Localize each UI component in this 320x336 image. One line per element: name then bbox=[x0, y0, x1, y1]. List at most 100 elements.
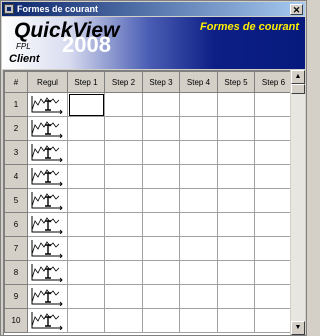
step-cell[interactable] bbox=[104, 92, 143, 117]
row-number[interactable]: 1 bbox=[4, 92, 28, 117]
step-cell[interactable] bbox=[217, 92, 255, 117]
regul-cell[interactable] bbox=[27, 308, 68, 333]
row-number[interactable]: 3 bbox=[4, 140, 28, 165]
scroll-thumb[interactable] bbox=[291, 84, 305, 94]
step-cell[interactable] bbox=[217, 284, 255, 309]
table-row: 9 bbox=[4, 284, 290, 309]
regul-cell[interactable] bbox=[27, 260, 68, 285]
step-cell[interactable] bbox=[217, 260, 255, 285]
step-cell[interactable] bbox=[67, 140, 105, 165]
column-header[interactable]: Step 4 bbox=[179, 71, 218, 93]
step-cell[interactable] bbox=[67, 236, 105, 261]
step-cell[interactable] bbox=[179, 188, 218, 213]
column-header[interactable]: Step 1 bbox=[67, 71, 105, 93]
step-cell[interactable] bbox=[104, 284, 143, 309]
close-button[interactable]: ✕ bbox=[290, 3, 303, 15]
step-cell[interactable] bbox=[142, 284, 180, 309]
step-cell[interactable] bbox=[179, 260, 218, 285]
step-cell[interactable] bbox=[104, 116, 143, 141]
step-cell[interactable] bbox=[217, 116, 255, 141]
step-cell[interactable] bbox=[104, 140, 143, 165]
step-cell[interactable] bbox=[254, 308, 290, 333]
step-cell[interactable] bbox=[67, 284, 105, 309]
regul-cell[interactable] bbox=[27, 116, 68, 141]
row-number[interactable]: 4 bbox=[4, 164, 28, 189]
column-header[interactable]: Step 3 bbox=[142, 71, 180, 93]
step-cell[interactable] bbox=[179, 284, 218, 309]
step-cell[interactable] bbox=[67, 164, 105, 189]
regul-cell[interactable] bbox=[27, 284, 68, 309]
table-row: 8 bbox=[4, 260, 290, 285]
column-header[interactable]: # bbox=[4, 71, 28, 93]
row-number[interactable]: 8 bbox=[4, 260, 28, 285]
step-cell[interactable] bbox=[217, 164, 255, 189]
step-cell[interactable] bbox=[179, 212, 218, 237]
row-number[interactable]: 10 bbox=[4, 308, 28, 333]
column-header[interactable]: Step 2 bbox=[104, 71, 143, 93]
row-number[interactable]: 9 bbox=[4, 284, 28, 309]
regul-cell[interactable] bbox=[27, 188, 68, 213]
step-cell[interactable] bbox=[254, 140, 290, 165]
step-cell[interactable] bbox=[142, 116, 180, 141]
regul-cell[interactable] bbox=[27, 92, 68, 117]
row-number[interactable]: 5 bbox=[4, 188, 28, 213]
step-cell[interactable] bbox=[67, 188, 105, 213]
column-header[interactable]: Regul bbox=[27, 71, 68, 93]
step-cell[interactable] bbox=[142, 212, 180, 237]
table-row: 4 bbox=[4, 164, 290, 189]
step-cell[interactable] bbox=[104, 236, 143, 261]
step-cell[interactable] bbox=[67, 92, 105, 117]
step-cell[interactable] bbox=[67, 308, 105, 333]
row-number[interactable]: 7 bbox=[4, 236, 28, 261]
step-cell[interactable] bbox=[217, 188, 255, 213]
step-cell[interactable] bbox=[254, 284, 290, 309]
step-cell[interactable] bbox=[254, 164, 290, 189]
column-header[interactable]: Step 5 bbox=[217, 71, 255, 93]
step-cell[interactable] bbox=[104, 164, 143, 189]
column-header[interactable]: Step 6 bbox=[254, 71, 290, 93]
step-cell[interactable] bbox=[142, 92, 180, 117]
step-cell[interactable] bbox=[104, 212, 143, 237]
step-cell[interactable] bbox=[217, 212, 255, 237]
step-cell[interactable] bbox=[217, 140, 255, 165]
scroll-up-button[interactable]: ▲ bbox=[291, 70, 305, 84]
current-waveform-icon bbox=[31, 264, 63, 282]
step-cell[interactable] bbox=[179, 236, 218, 261]
step-cell[interactable] bbox=[104, 188, 143, 213]
row-number[interactable]: 6 bbox=[4, 212, 28, 237]
step-cell[interactable] bbox=[179, 164, 218, 189]
step-cell[interactable] bbox=[254, 92, 290, 117]
step-cell[interactable] bbox=[217, 308, 255, 333]
vertical-scrollbar[interactable]: ▲ ▼ bbox=[291, 70, 305, 335]
step-cell[interactable] bbox=[142, 188, 180, 213]
step-cell[interactable] bbox=[254, 236, 290, 261]
title-bar[interactable]: Formes de courant ✕ bbox=[2, 2, 305, 16]
step-cell[interactable] bbox=[254, 188, 290, 213]
step-cell[interactable] bbox=[179, 116, 218, 141]
table-row: 7 bbox=[4, 236, 290, 261]
step-cell[interactable] bbox=[67, 116, 105, 141]
step-cell[interactable] bbox=[142, 140, 180, 165]
regul-cell[interactable] bbox=[27, 140, 68, 165]
step-cell[interactable] bbox=[179, 92, 218, 117]
step-cell[interactable] bbox=[179, 308, 218, 333]
step-cell[interactable] bbox=[67, 260, 105, 285]
regul-cell[interactable] bbox=[27, 164, 68, 189]
step-cell[interactable] bbox=[104, 308, 143, 333]
regul-cell[interactable] bbox=[27, 236, 68, 261]
step-cell[interactable] bbox=[254, 116, 290, 141]
row-number[interactable]: 2 bbox=[4, 116, 28, 141]
step-cell[interactable] bbox=[142, 164, 180, 189]
grid-header-row: # Regul Step 1 Step 2 Step 3 Step 4 Step 5 Step… bbox=[4, 71, 290, 93]
step-cell[interactable] bbox=[67, 212, 105, 237]
step-cell[interactable] bbox=[179, 140, 218, 165]
scroll-down-button[interactable]: ▼ bbox=[291, 321, 305, 335]
step-cell[interactable] bbox=[254, 260, 290, 285]
step-cell[interactable] bbox=[142, 308, 180, 333]
step-cell[interactable] bbox=[217, 236, 255, 261]
step-cell[interactable] bbox=[142, 260, 180, 285]
step-cell[interactable] bbox=[142, 236, 180, 261]
step-cell[interactable] bbox=[254, 212, 290, 237]
regul-cell[interactable] bbox=[27, 212, 68, 237]
step-cell[interactable] bbox=[104, 260, 143, 285]
